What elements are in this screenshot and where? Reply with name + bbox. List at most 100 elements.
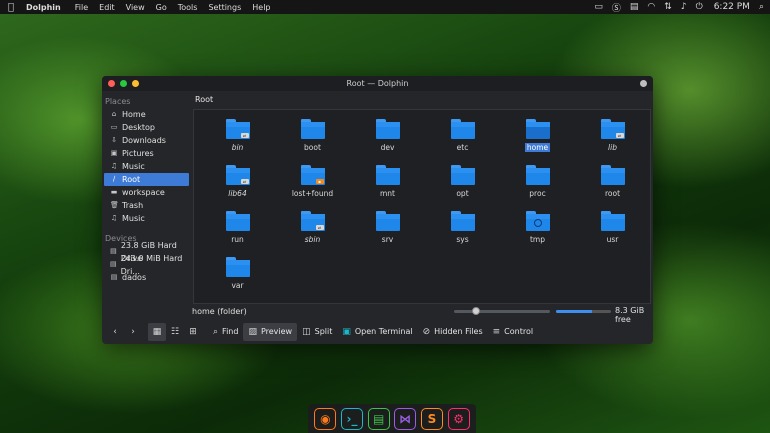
file-item[interactable]: ⇌ bin bbox=[200, 114, 275, 160]
power-icon[interactable]: ⏻ bbox=[696, 2, 703, 12]
network-icon[interactable]: ⇅ bbox=[664, 2, 672, 12]
free-space-fill bbox=[556, 310, 592, 313]
menu-help[interactable]: Help bbox=[252, 3, 270, 12]
sublime-text-app-icon[interactable]: S bbox=[420, 407, 443, 430]
symlink-emblem-icon: ⇌ bbox=[315, 225, 324, 230]
pin-button[interactable] bbox=[640, 80, 647, 87]
breadcrumb[interactable]: Root bbox=[191, 93, 653, 107]
search-icon[interactable]: ⌕ bbox=[759, 2, 764, 12]
sidebar-item-root[interactable]: ∕ Root bbox=[104, 173, 189, 186]
details-view-button[interactable]: ⊞ bbox=[184, 323, 202, 341]
terminal-app-icon[interactable]: ›_ bbox=[340, 407, 363, 430]
drive-icon: ▤ bbox=[110, 273, 118, 281]
file-item[interactable]: opt bbox=[425, 160, 500, 206]
file-item[interactable]: sys bbox=[425, 206, 500, 252]
zoom-slider-handle[interactable] bbox=[471, 307, 480, 315]
active-app-name[interactable]: Dolphin bbox=[26, 3, 61, 12]
file-name: proc bbox=[529, 189, 546, 198]
firefox-app-icon[interactable]: ◉ bbox=[314, 407, 337, 430]
wifi-icon[interactable]: ◠ bbox=[647, 2, 655, 12]
root-icon: ∕ bbox=[112, 175, 116, 183]
folder-icon bbox=[450, 211, 475, 231]
icons-view-icon: ▦ bbox=[152, 326, 162, 337]
compact-view-icon: ☷ bbox=[170, 326, 180, 337]
files-app-icon[interactable]: ▤ bbox=[367, 407, 390, 430]
sidebar-item-desktop[interactable]: ▭ Desktop bbox=[104, 121, 189, 134]
sidebar-item-home[interactable]: ⌂ Home bbox=[104, 108, 189, 121]
sidebar-item-trash[interactable]: 🗑 Trash bbox=[104, 199, 189, 212]
folder-icon bbox=[600, 165, 625, 185]
menu-edit[interactable]: Edit bbox=[99, 3, 115, 12]
file-item[interactable]: boot bbox=[275, 114, 350, 160]
file-item[interactable]: ⇌ lib64 bbox=[200, 160, 275, 206]
device-item[interactable]: ▤ 243.0 MiB Hard Dri... bbox=[104, 254, 189, 276]
preview-button[interactable]: ▨ Preview bbox=[243, 322, 298, 341]
back-button[interactable]: ‹ bbox=[106, 323, 124, 341]
file-name: opt bbox=[456, 189, 469, 198]
folder-icon: ⇌ bbox=[300, 211, 325, 231]
clock[interactable]: 6:22 PM bbox=[714, 2, 750, 12]
settings-app-icon[interactable]: ⚙ bbox=[447, 407, 470, 430]
window-switcher-icon[interactable]: ▭ bbox=[594, 2, 603, 12]
split-label: Split bbox=[314, 327, 333, 336]
file-item[interactable]: root bbox=[575, 160, 650, 206]
menu-file[interactable]: File bbox=[75, 3, 88, 12]
file-name: tmp bbox=[529, 235, 545, 244]
sidebar-item-pictures[interactable]: ▣ Pictures bbox=[104, 147, 189, 160]
file-name: root bbox=[604, 189, 621, 198]
file-item[interactable]: var bbox=[200, 252, 275, 298]
symlink-emblem-icon: ⇌ bbox=[615, 133, 624, 138]
volume-icon[interactable]: ♪ bbox=[681, 2, 687, 12]
icons-view-button[interactable]: ▦ bbox=[148, 322, 166, 341]
visual-studio-app-icon[interactable]: ⋈ bbox=[394, 407, 417, 430]
eye-off-icon: ⊘ bbox=[422, 326, 431, 337]
zoom-slider[interactable] bbox=[454, 307, 550, 315]
file-item[interactable]: etc bbox=[425, 114, 500, 160]
menu-settings[interactable]: Settings bbox=[208, 3, 241, 12]
find-button[interactable]: ⌕ Find bbox=[208, 323, 243, 341]
skype-icon[interactable]: Ⓢ bbox=[612, 1, 621, 14]
file-item[interactable]: ⇌ lib bbox=[575, 114, 650, 160]
bottom-toolbar: ‹ › ▦ ☷ ⊞ ⌕ Find ▨ Preview ◫ Split ▣ Open Te… bbox=[102, 319, 653, 344]
split-button[interactable]: ◫ Split bbox=[297, 323, 337, 341]
sidebar-item-workspace[interactable]: ▬ workspace bbox=[104, 186, 189, 199]
dock: ◉ ›_ ▤ ⋈ S ⚙ bbox=[308, 404, 476, 433]
file-item[interactable]: run bbox=[200, 206, 275, 252]
file-item[interactable]: ⇌ sbin bbox=[275, 206, 350, 252]
file-name: boot bbox=[304, 143, 321, 152]
sidebar-item-music[interactable]: ♫ Music bbox=[104, 160, 189, 173]
file-grid: ⇌ bin boot dev etc home ⇌ lib ⇌ lib64 ▪ lost+found m… bbox=[200, 114, 650, 298]
folder-icon: ▪ bbox=[300, 165, 325, 185]
control-button[interactable]: ≡ Control bbox=[488, 323, 538, 341]
file-item[interactable]: srv bbox=[350, 206, 425, 252]
sidebar-item-music-2[interactable]: ♫ Music bbox=[104, 212, 189, 225]
file-item[interactable]: proc bbox=[500, 160, 575, 206]
file-item[interactable]: dev bbox=[350, 114, 425, 160]
file-item[interactable]: tmp bbox=[500, 206, 575, 252]
file-name: srv bbox=[381, 235, 394, 244]
compact-view-button[interactable]: ☷ bbox=[166, 323, 184, 341]
file-view[interactable]: ⇌ bin boot dev etc home ⇌ lib ⇌ lib64 ▪ lost+found m… bbox=[193, 109, 651, 304]
folder-icon: ⇌ bbox=[225, 165, 250, 185]
sidebar-item-downloads[interactable]: ⇩ Downloads bbox=[104, 134, 189, 147]
file-item[interactable]: mnt bbox=[350, 160, 425, 206]
forward-button[interactable]: › bbox=[124, 323, 142, 341]
apple-logo-icon[interactable]:  bbox=[6, 2, 16, 13]
find-label: Find bbox=[222, 327, 239, 336]
clipboard-icon[interactable]: ▤ bbox=[630, 2, 639, 12]
open-terminal-button[interactable]: ▣ Open Terminal bbox=[337, 323, 417, 341]
sidebar-item-label: Pictures bbox=[122, 149, 154, 158]
file-item[interactable]: ▪ lost+found bbox=[275, 160, 350, 206]
menu-tools[interactable]: Tools bbox=[178, 3, 198, 12]
sidebar-item-label: Music bbox=[122, 214, 145, 223]
menu-go[interactable]: Go bbox=[156, 3, 167, 12]
hidden-files-button[interactable]: ⊘ Hidden Files bbox=[418, 323, 488, 341]
menu-view[interactable]: View bbox=[126, 3, 145, 12]
file-item[interactable]: home bbox=[500, 114, 575, 160]
file-name: lib64 bbox=[228, 189, 247, 198]
sidebar-item-label: workspace bbox=[122, 188, 165, 197]
title-bar[interactable]: Root — Dolphin bbox=[102, 76, 653, 91]
file-item[interactable]: usr bbox=[575, 206, 650, 252]
trash-icon: 🗑 bbox=[110, 201, 119, 209]
file-name: etc bbox=[456, 143, 469, 152]
